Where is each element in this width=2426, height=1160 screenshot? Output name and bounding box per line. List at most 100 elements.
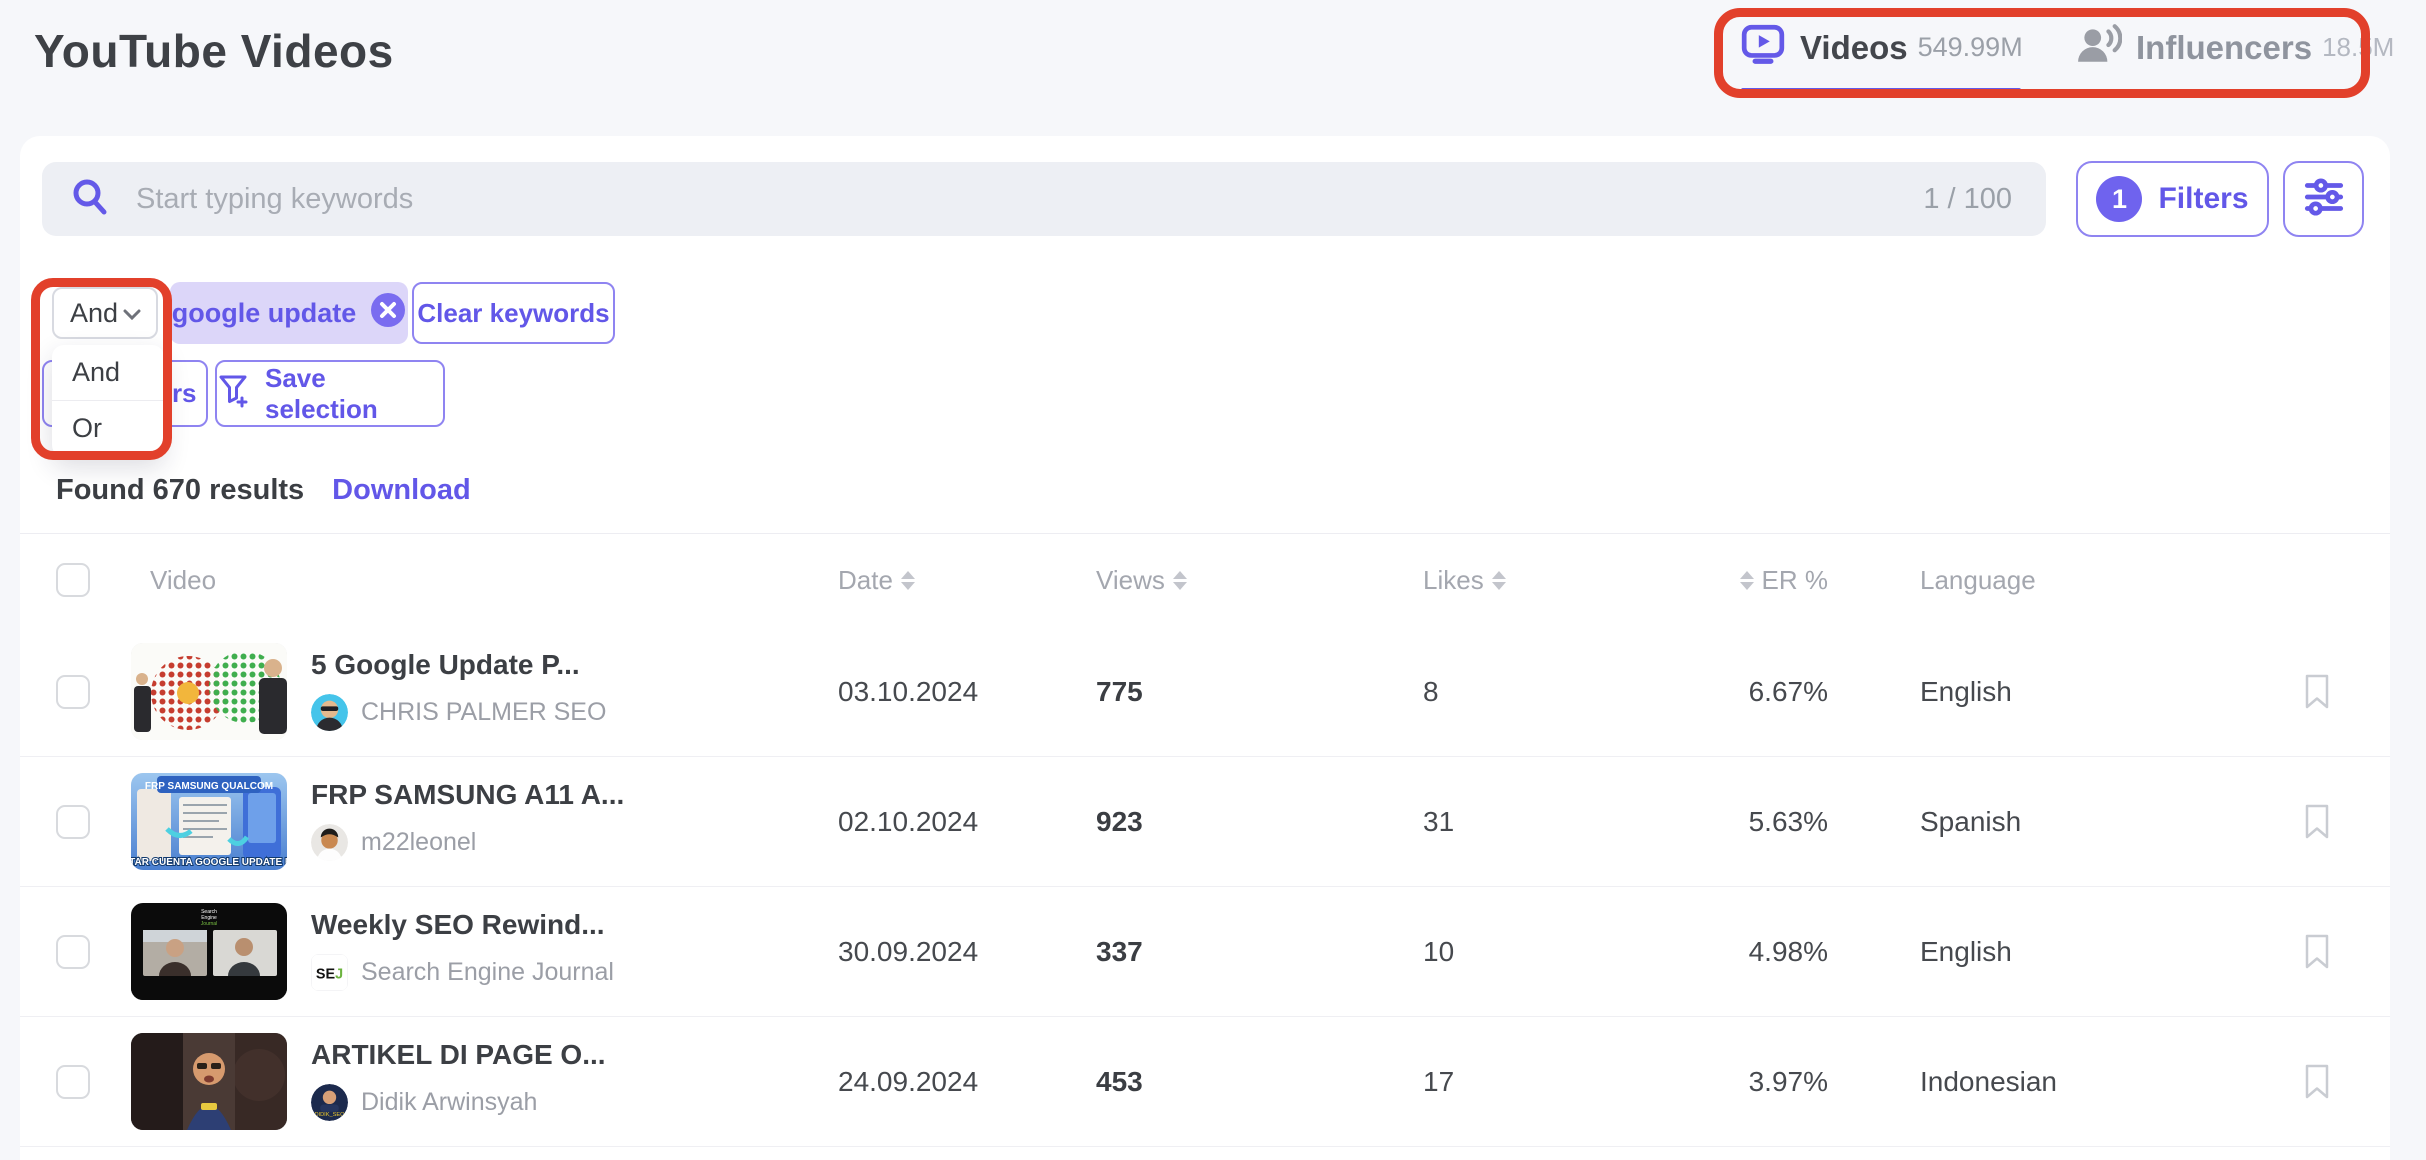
channel-avatar: SEJ — [311, 954, 348, 991]
video-language: English — [1920, 676, 2012, 708]
column-er: ER % — [1762, 565, 1828, 596]
column-er-sort[interactable]: ER % — [1628, 533, 1828, 627]
sort-icon — [901, 571, 915, 590]
video-likes: 17 — [1423, 1066, 1454, 1098]
channel-name[interactable]: m22leonel — [361, 828, 476, 857]
row-checkbox[interactable] — [56, 805, 90, 839]
keyword-operator-select[interactable]: And — [52, 287, 158, 339]
tab-videos-count: 549.99M — [1918, 32, 2023, 63]
table-row[interactable]: ARTIKEL DI PAGE O... DIDIK_SEO Didik Arw… — [20, 1017, 2390, 1147]
page-title: YouTube Videos — [34, 24, 394, 78]
video-thumbnail[interactable] — [131, 643, 287, 740]
table-row[interactable]: 5 Google Update P... CHRIS PALMER SEO 03… — [20, 627, 2390, 757]
save-selection-button[interactable]: Save selection — [215, 360, 445, 427]
filters-button-label: Filters — [2158, 182, 2248, 216]
column-likes: Likes — [1423, 565, 1484, 596]
operator-value: And — [70, 298, 118, 329]
filters-button[interactable]: 1 Filters — [2076, 161, 2269, 237]
video-views: 337 — [1096, 936, 1143, 968]
column-views-sort[interactable]: Views — [1096, 533, 1187, 627]
video-title[interactable]: FRP SAMSUNG A11 A... — [311, 779, 624, 811]
tab-videos-label: Videos — [1800, 29, 1908, 67]
tab-videos[interactable]: Videos 549.99M — [1740, 22, 2023, 73]
svg-text:QUITAR CUENTA GOOGLE UPDATE HC: QUITAR CUENTA GOOGLE UPDATE HCK — [131, 857, 287, 868]
svg-text:FRP SAMSUNG QUALCOM: FRP SAMSUNG QUALCOM — [145, 781, 273, 792]
video-title[interactable]: 5 Google Update P... — [311, 649, 606, 681]
operator-option-or[interactable]: Or — [52, 400, 164, 455]
tab-influencers-label: Influencers — [2136, 29, 2312, 67]
video-date: 30.09.2024 — [838, 936, 978, 968]
video-thumbnail[interactable]: SearchEngineJournal — [131, 903, 287, 1000]
video-language: Spanish — [1920, 806, 2021, 838]
svg-text:Journal: Journal — [201, 921, 217, 927]
video-likes: 31 — [1423, 806, 1454, 838]
row-checkbox[interactable] — [56, 1065, 90, 1099]
results-summary-row: Found 670 results Download — [56, 474, 471, 507]
video-title[interactable]: Weekly SEO Rewind... — [311, 909, 614, 941]
column-date-sort[interactable]: Date — [838, 533, 915, 627]
filters-count-badge: 1 — [2096, 176, 2142, 222]
column-likes-sort[interactable]: Likes — [1423, 533, 1506, 627]
video-thumbnail[interactable]: FRP SAMSUNG QUALCOM QUITAR CUENTA GOOGLE… — [131, 773, 287, 870]
video-language: English — [1920, 936, 2012, 968]
channel-name[interactable]: Didik Arwinsyah — [361, 1088, 537, 1117]
content-card: 1 / 100 1 Filters And google update — [20, 136, 2390, 1160]
videos-monitor-play-icon — [1740, 22, 1786, 73]
keyword-chip[interactable]: google update — [170, 282, 408, 344]
tab-influencers[interactable]: Influencers 18.5M — [2076, 22, 2394, 73]
column-language: Language — [1920, 565, 2036, 596]
table-header-row: Video Date Views Likes ER % Language — [20, 533, 2390, 627]
channel-name[interactable]: Search Engine Journal — [361, 958, 614, 987]
bookmark-icon[interactable] — [2302, 757, 2332, 886]
funnel-plus-icon — [217, 372, 251, 415]
advanced-settings-button[interactable] — [2283, 161, 2364, 237]
video-likes: 10 — [1423, 936, 1454, 968]
video-thumbnail[interactable] — [131, 1033, 287, 1130]
sort-icon — [1740, 571, 1754, 590]
keyword-search-bar[interactable]: 1 / 100 — [42, 162, 2046, 236]
influencers-person-broadcast-icon — [2076, 22, 2122, 73]
video-er: 4.98% — [1749, 936, 1828, 968]
video-views: 923 — [1096, 806, 1143, 838]
search-icon — [70, 177, 110, 222]
row-checkbox[interactable] — [56, 935, 90, 969]
sort-icon — [1492, 571, 1506, 590]
tab-influencers-count: 18.5M — [2322, 32, 2394, 63]
table-row[interactable]: SearchEngineJournal Weekly SEO Rewind...… — [20, 887, 2390, 1017]
select-all-checkbox[interactable] — [56, 563, 90, 597]
video-date: 24.09.2024 — [838, 1066, 978, 1098]
channel-avatar — [311, 824, 348, 861]
row-checkbox[interactable] — [56, 675, 90, 709]
keyword-counter: 1 / 100 — [1923, 183, 2012, 216]
operator-dropdown-menu: And Or — [52, 345, 164, 457]
chevron-down-icon — [122, 298, 142, 329]
svg-text:SEJ: SEJ — [316, 967, 343, 983]
sliders-icon — [2301, 174, 2347, 225]
video-er: 6.67% — [1749, 676, 1828, 708]
bookmark-icon[interactable] — [2302, 627, 2332, 756]
video-views: 775 — [1096, 676, 1143, 708]
video-date: 03.10.2024 — [838, 676, 978, 708]
bookmark-icon[interactable] — [2302, 1017, 2332, 1146]
operator-option-and[interactable]: And — [52, 345, 164, 400]
channel-name[interactable]: CHRIS PALMER SEO — [361, 698, 606, 727]
keyword-chip-label: google update — [172, 298, 357, 329]
bookmark-icon[interactable] — [2302, 887, 2332, 1016]
search-input[interactable] — [136, 183, 1923, 216]
save-selection-label: Save selection — [265, 363, 443, 425]
video-title[interactable]: ARTIKEL DI PAGE O... — [311, 1039, 606, 1071]
download-link[interactable]: Download — [332, 474, 471, 507]
results-summary: Found 670 results — [56, 474, 304, 507]
remove-keyword-icon[interactable] — [370, 292, 406, 335]
video-date: 02.10.2024 — [838, 806, 978, 838]
channel-avatar — [311, 694, 348, 731]
video-er: 5.63% — [1749, 806, 1828, 838]
column-video: Video — [150, 565, 216, 596]
clear-keywords-label: Clear keywords — [417, 298, 609, 329]
video-language: Indonesian — [1920, 1066, 2057, 1098]
clear-keywords-button[interactable]: Clear keywords — [412, 282, 615, 344]
channel-avatar: DIDIK_SEO — [311, 1084, 348, 1121]
table-row[interactable]: FRP SAMSUNG QUALCOM QUITAR CUENTA GOOGLE… — [20, 757, 2390, 887]
active-tab-underline — [1741, 88, 2021, 95]
column-views: Views — [1096, 565, 1165, 596]
